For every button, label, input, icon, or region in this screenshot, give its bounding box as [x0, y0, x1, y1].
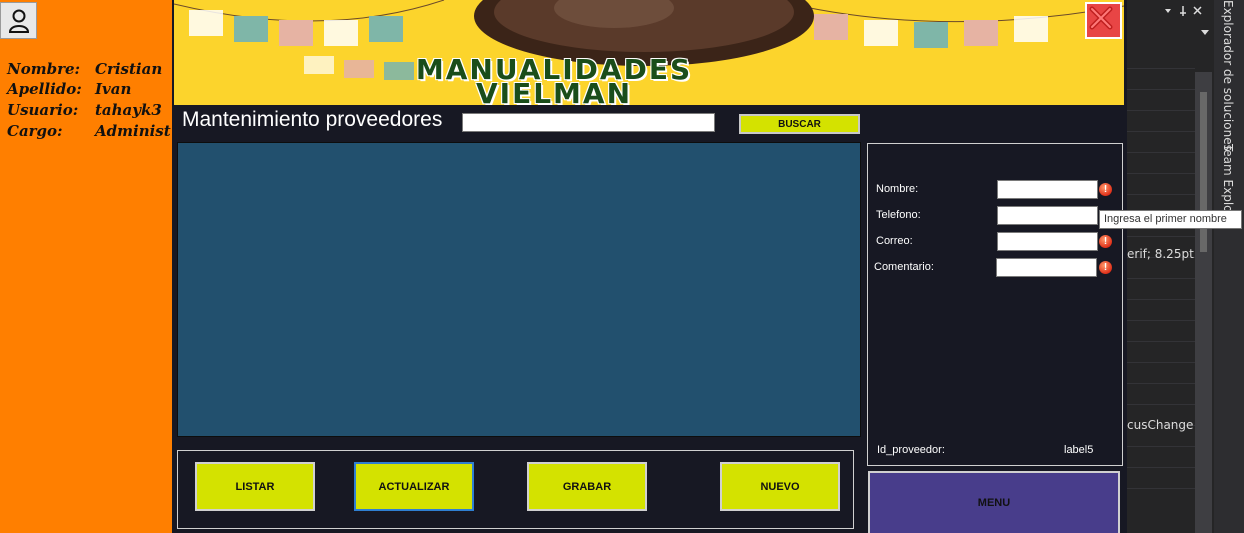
user-username-value: tahayk3 [95, 101, 162, 119]
update-button[interactable]: ACTUALIZAR [354, 462, 474, 511]
user-info-panel: Nombre: Cristian Apellido: Ivan Usuario: ta… [0, 0, 172, 533]
property-row[interactable] [1127, 90, 1195, 111]
tab-solution-explorer[interactable]: Explorador de soluciones [1221, 0, 1235, 151]
banner: MANUALIDADES VIELMAN [174, 0, 1124, 105]
user-name-row: Nombre: Cristian [7, 60, 162, 78]
search-input[interactable] [462, 113, 715, 132]
side-tabs: Explorador de soluciones Team Explor [1214, 0, 1244, 533]
email-error-icon: ! [1099, 235, 1112, 248]
user-name-key: Nombre: [7, 60, 81, 78]
comment-label: Comentario: [874, 261, 934, 273]
save-button[interactable]: GRABAR [527, 462, 647, 511]
property-row[interactable] [1127, 342, 1195, 363]
property-row[interactable] [1127, 174, 1195, 195]
property-row[interactable] [1127, 300, 1195, 321]
name-field[interactable] [997, 180, 1098, 199]
email-label: Correo: [876, 235, 913, 247]
dropdown-arrow-icon[interactable] [1201, 30, 1209, 36]
close-button[interactable] [1085, 2, 1122, 39]
property-row[interactable] [1127, 69, 1195, 90]
close-icon [1089, 6, 1113, 30]
list-button[interactable]: LISTAR [195, 462, 315, 511]
property-row[interactable] [1127, 111, 1195, 132]
font-property-value: erif; 8.25pt [1127, 247, 1194, 261]
user-icon [8, 9, 29, 33]
supplier-maintenance-window: MANUALIDADES VIELMAN Mantenimiento prove… [172, 0, 1127, 533]
phone-label: Telefono: [876, 209, 921, 221]
user-role-row: Cargo: Administ [7, 122, 171, 140]
property-row[interactable] [1127, 468, 1195, 489]
property-row[interactable] [1127, 258, 1195, 279]
user-button[interactable] [0, 2, 37, 39]
user-lastname-key: Apellido: [7, 80, 82, 98]
user-role-value: Administ [95, 122, 171, 140]
property-row[interactable] [1127, 279, 1195, 300]
validation-tooltip: Ingresa el primer nombre [1099, 210, 1242, 229]
name-error-icon: ! [1099, 183, 1112, 196]
user-lastname-row: Apellido: Ivan [7, 80, 131, 98]
email-field[interactable] [997, 232, 1098, 251]
suppliers-data-grid[interactable] [177, 142, 861, 437]
new-button[interactable]: NUEVO [720, 462, 840, 511]
properties-scrollbar[interactable] [1195, 72, 1212, 533]
property-row[interactable] [1127, 132, 1195, 153]
pin-icon[interactable] [1163, 5, 1203, 17]
name-label: Nombre: [876, 183, 919, 195]
user-lastname-value: Ivan [95, 80, 132, 98]
supplier-form: Nombre: ! Telefono: Correo: ! Comentario… [867, 143, 1123, 466]
screen: Nombre: Cristian Apellido: Ivan Usuario: ta… [0, 0, 1244, 533]
banner-title-line2: VIELMAN [475, 77, 633, 106]
event-property-value: cusChange [1127, 418, 1194, 432]
property-row[interactable] [1127, 363, 1195, 384]
user-role-key: Cargo: [7, 122, 63, 140]
supplier-id-value: label5 [1064, 444, 1094, 456]
search-button[interactable]: BUSCAR [739, 114, 860, 134]
banner-title: MANUALIDADES VIELMAN [174, 56, 934, 106]
user-name-value: Cristian [95, 60, 163, 78]
tab-team-explorer[interactable]: Team Explor [1221, 144, 1235, 217]
page-title: Mantenimiento proveedores [182, 108, 443, 131]
user-username-row: Usuario: tahayk3 [7, 101, 162, 119]
user-username-key: Usuario: [7, 101, 79, 119]
property-row[interactable] [1127, 48, 1195, 69]
property-row[interactable] [1127, 153, 1195, 174]
comment-field[interactable] [996, 258, 1097, 277]
supplier-id-label: Id_proveedor: [877, 444, 945, 456]
phone-field[interactable] [997, 206, 1098, 225]
comment-error-icon: ! [1099, 261, 1112, 274]
actions-group: LISTAR ACTUALIZAR GRABAR NUEVO [177, 450, 854, 529]
ide-properties-panel: erif; 8.25pt cusChange Explorador de sol… [1127, 0, 1244, 533]
property-row[interactable] [1127, 384, 1195, 405]
menu-button[interactable]: MENU [868, 471, 1120, 533]
property-row[interactable] [1127, 447, 1195, 468]
property-row[interactable] [1127, 321, 1195, 342]
